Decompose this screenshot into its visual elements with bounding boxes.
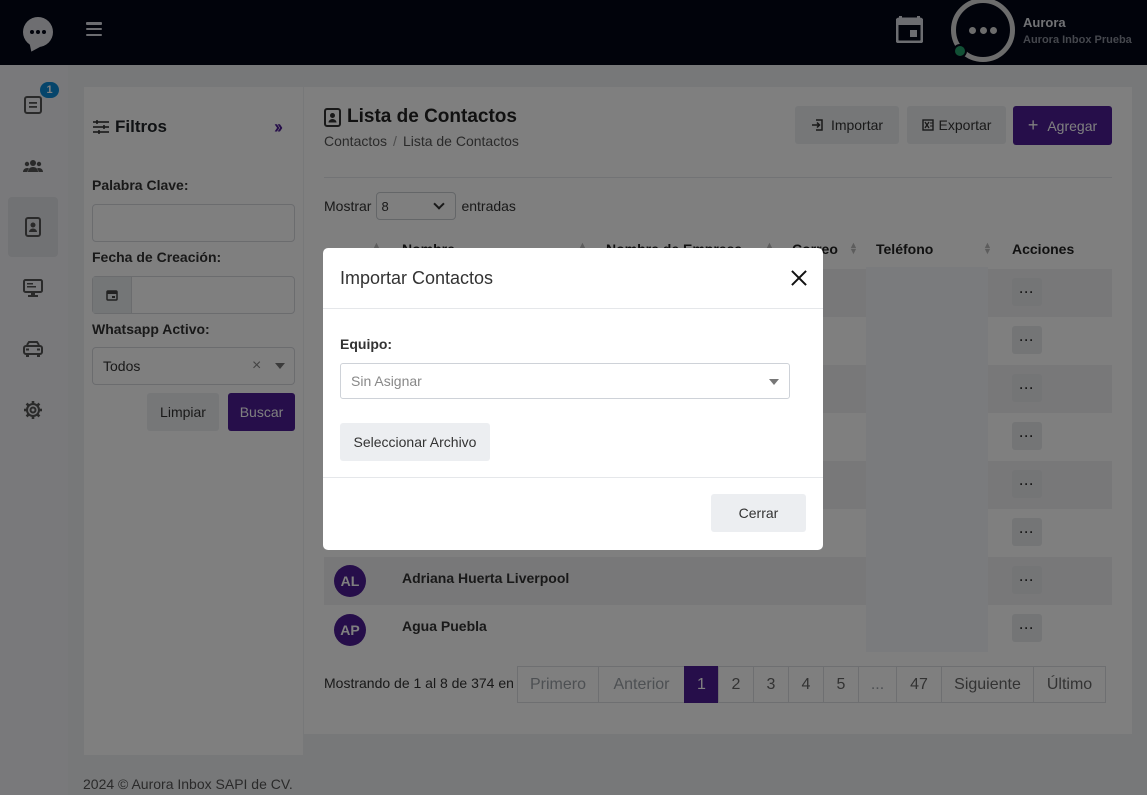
modal-title: Importar Contactos xyxy=(340,268,494,288)
team-label: Equipo: xyxy=(340,336,393,352)
close-icon[interactable] xyxy=(788,267,810,289)
team-select[interactable]: Sin Asignar xyxy=(340,363,790,399)
modal-footer-divider xyxy=(323,477,823,478)
import-contacts-modal: Importar Contactos Equipo: Sin Asignar S… xyxy=(323,248,823,550)
team-placeholder: Sin Asignar xyxy=(351,373,422,389)
select-file-button[interactable]: Seleccionar Archivo xyxy=(340,423,490,461)
modal-header-divider xyxy=(323,308,823,309)
close-button[interactable]: Cerrar xyxy=(711,494,806,532)
dropdown-caret-icon xyxy=(769,379,779,385)
